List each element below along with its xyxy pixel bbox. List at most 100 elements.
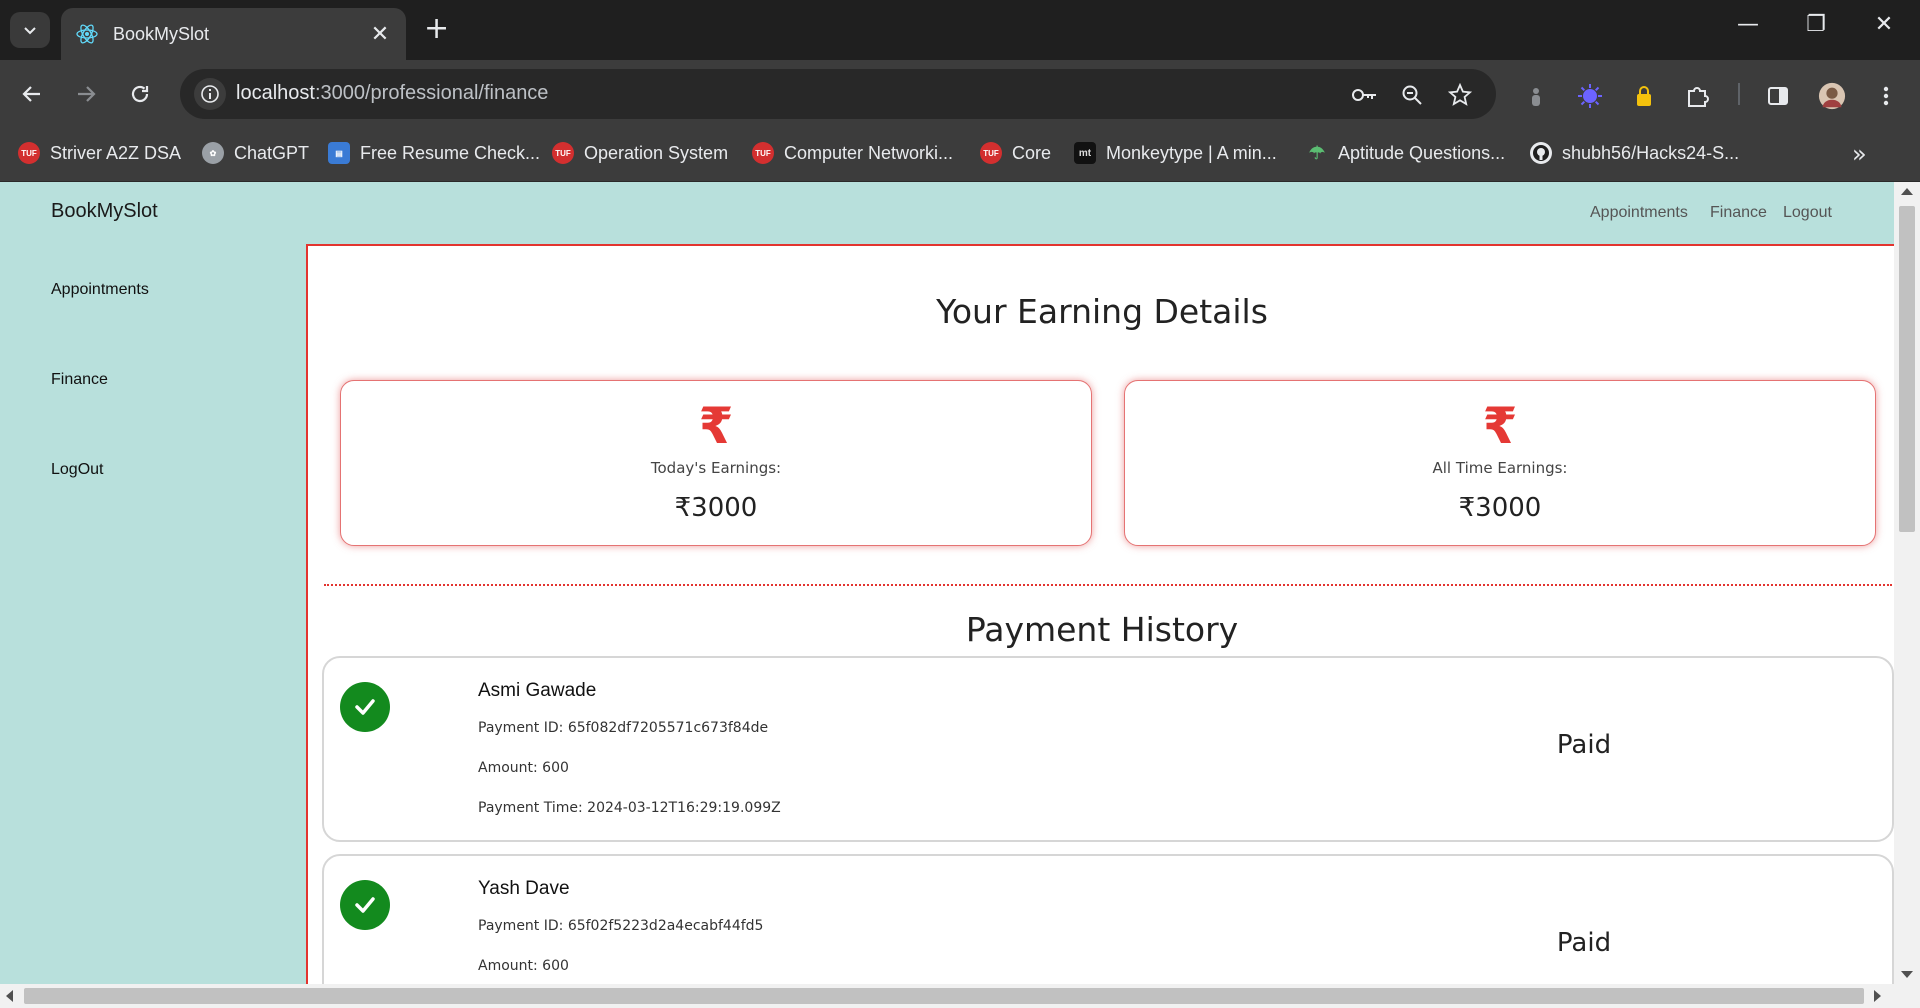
github-icon — [1530, 142, 1552, 164]
bookmark-item[interactable]: TUF Operation System — [552, 142, 728, 164]
monkeytype-icon: mt — [1074, 142, 1096, 164]
scroll-right-icon[interactable] — [1874, 990, 1881, 1002]
scrollbar-thumb[interactable] — [24, 988, 1864, 1004]
bookmarks-overflow-icon[interactable]: » — [1852, 140, 1867, 168]
resume-icon: ▤ — [328, 142, 350, 164]
tuf-icon: TUF — [980, 142, 1002, 164]
check-circle-icon — [340, 682, 390, 732]
bookmark-label: Computer Networki... — [784, 142, 954, 163]
payment-card: Asmi Gawade Payment ID: 65f082df7205571c… — [322, 656, 1894, 842]
minimize-icon[interactable]: — — [1728, 12, 1768, 37]
bookmark-item[interactable]: shubh56/Hacks24-S... — [1530, 142, 1739, 164]
aptitude-icon: ☂ — [1308, 142, 1326, 163]
all-time-earnings-card: ₹ All Time Earnings: ₹3000 — [1124, 380, 1876, 546]
key-icon[interactable] — [1350, 81, 1378, 109]
bookmark-label: Free Resume Check... — [360, 142, 541, 163]
bookmark-item[interactable]: ☂ Aptitude Questions... — [1306, 142, 1505, 164]
extension-sun-icon[interactable] — [1576, 82, 1604, 110]
earnings-label: Today's Earnings: — [650, 459, 782, 477]
toolbar-separator — [1738, 83, 1740, 105]
browser-toolbar: localhost:3000/professional/finance — [0, 60, 1920, 128]
forward-button[interactable] — [66, 74, 106, 114]
url-host: localhost — [236, 82, 315, 104]
tab-search-button[interactable] — [10, 12, 50, 48]
browser-tabbar: BookMySlot ✕ + — ❐ ✕ — [0, 0, 1920, 60]
bookmark-label: ChatGPT — [234, 142, 310, 163]
payment-status: Paid — [1556, 928, 1612, 958]
rupee-icon: ₹ — [698, 397, 734, 455]
site-info-icon[interactable] — [194, 78, 226, 110]
earnings-amount: ₹3000 — [1458, 493, 1542, 523]
browser-menu-icon[interactable] — [1872, 82, 1900, 110]
horizontal-scrollbar[interactable] — [0, 984, 1920, 1008]
browser-tab-active[interactable]: BookMySlot ✕ — [61, 8, 406, 60]
restore-icon[interactable]: ❐ — [1796, 12, 1836, 37]
payment-amount: Amount: 600 — [478, 760, 569, 776]
todays-earnings-card: ₹ Today's Earnings: ₹3000 — [340, 380, 1092, 546]
payment-card: Yash Dave Payment ID: 65f02f5223d2a4ecab… — [322, 854, 1894, 984]
url-text[interactable]: localhost:3000/professional/finance — [236, 82, 548, 105]
bookmark-label: Aptitude Questions... — [1338, 142, 1506, 163]
bookmark-label: Striver A2Z DSA — [50, 142, 182, 163]
sidebar-item-finance[interactable]: Finance — [51, 371, 108, 389]
zoom-icon[interactable] — [1398, 81, 1426, 109]
check-circle-icon — [340, 880, 390, 930]
arrow-right-icon — [78, 86, 96, 102]
scroll-down-icon[interactable] — [1901, 971, 1913, 978]
tuf-icon: TUF — [552, 142, 574, 164]
web-page: BookMySlot Appointments Finance Logout A… — [0, 182, 1920, 1008]
section-divider — [324, 584, 1892, 586]
reload-button[interactable] — [120, 74, 160, 114]
bookmarks-bar: TUF Striver A2Z DSA ✿ ChatGPT ▤ Free Res… — [0, 128, 1920, 182]
address-bar[interactable]: localhost:3000/professional/finance — [180, 69, 1496, 119]
payment-history-heading: Payment History — [965, 610, 1239, 649]
close-window-icon[interactable]: ✕ — [1864, 12, 1904, 37]
side-panel-icon[interactable] — [1764, 82, 1792, 110]
chevron-down-icon — [24, 27, 36, 35]
bookmark-item[interactable]: TUF Core — [980, 142, 1051, 164]
bookmark-item[interactable]: TUF Striver A2Z DSA — [18, 142, 181, 164]
bookmark-label: Operation System — [584, 142, 729, 163]
bookmark-item[interactable]: TUF Computer Networki... — [752, 142, 953, 164]
bookmark-item[interactable]: mt Monkeytype | A min... — [1074, 142, 1277, 164]
payment-id: Payment ID: 65f082df7205571c673f84de — [478, 720, 769, 736]
arrow-left-icon — [22, 86, 40, 102]
rupee-icon: ₹ — [1482, 397, 1518, 455]
bookmark-label: Monkeytype | A min... — [1106, 142, 1277, 163]
bookmark-label: shubh56/Hacks24-S... — [1562, 142, 1740, 163]
app-navbar: BookMySlot Appointments Finance Logout — [0, 182, 1894, 244]
reload-icon — [131, 85, 149, 103]
extension-grey-icon[interactable] — [1522, 82, 1550, 110]
sidebar-item-appointments[interactable]: Appointments — [51, 281, 149, 299]
bookmark-item[interactable]: ✿ ChatGPT — [202, 142, 309, 164]
brand-logo[interactable]: BookMySlot — [51, 200, 158, 223]
payer-name: Yash Dave — [478, 878, 570, 899]
payer-name: Asmi Gawade — [478, 680, 597, 701]
url-path: :3000/professional/finance — [314, 82, 549, 104]
scroll-up-icon[interactable] — [1901, 188, 1913, 195]
bookmark-star-icon[interactable] — [1446, 81, 1474, 109]
extension-lock-icon[interactable] — [1630, 82, 1658, 110]
sidebar: Appointments Finance LogOut — [0, 244, 306, 984]
tab-close-icon[interactable]: ✕ — [368, 22, 392, 47]
sidebar-item-logout[interactable]: LogOut — [51, 461, 103, 479]
back-button[interactable] — [12, 74, 52, 114]
extensions-puzzle-icon[interactable] — [1684, 82, 1712, 110]
scroll-left-icon[interactable] — [6, 990, 13, 1002]
chatgpt-icon: ✿ — [202, 142, 224, 164]
nav-link-appointments[interactable]: Appointments — [1590, 204, 1688, 222]
nav-link-finance[interactable]: Finance — [1710, 204, 1767, 222]
bookmark-label: Core — [1012, 142, 1052, 163]
earnings-amount: ₹3000 — [674, 493, 758, 523]
vertical-scrollbar[interactable] — [1894, 182, 1920, 984]
profile-avatar[interactable] — [1818, 82, 1846, 110]
react-icon — [76, 24, 98, 44]
payment-amount: Amount: 600 — [478, 958, 569, 974]
payment-status: Paid — [1556, 730, 1612, 760]
payment-id: Payment ID: 65f02f5223d2a4ecabf44fd5 — [478, 918, 764, 934]
new-tab-button[interactable]: + — [424, 14, 449, 44]
bookmark-item[interactable]: ▤ Free Resume Check... — [328, 142, 540, 164]
nav-link-logout[interactable]: Logout — [1783, 204, 1832, 222]
tab-title: BookMySlot — [113, 23, 210, 44]
scrollbar-thumb[interactable] — [1899, 206, 1915, 532]
